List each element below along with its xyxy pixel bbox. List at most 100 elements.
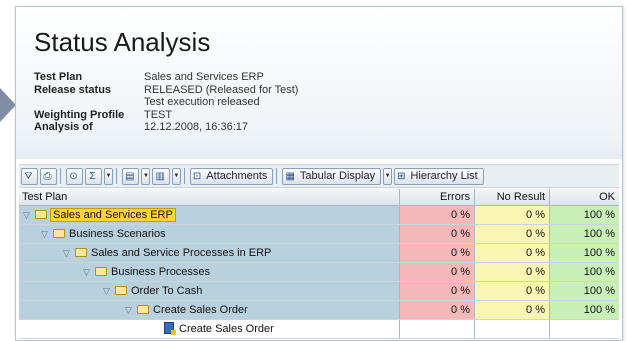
tree-leaf[interactable]: Create Sales Order bbox=[19, 320, 399, 338]
toolbar-separator bbox=[60, 168, 61, 184]
tabular-dropdown-button[interactable]: ▼ bbox=[383, 167, 393, 185]
sum-dropdown-button[interactable]: ▼ bbox=[104, 167, 113, 185]
node-label: Business Scenarios bbox=[69, 228, 166, 240]
folder-icon bbox=[35, 209, 47, 219]
tabular-display-label: Tabular Display bbox=[299, 170, 376, 182]
dropdown-icon: ▼ bbox=[384, 173, 391, 179]
hierarchy-list-button[interactable]: ⊞ Hierarchy List bbox=[394, 167, 484, 185]
info-label: Weighting Profile bbox=[34, 108, 125, 121]
ok-cell: 100 % bbox=[549, 282, 619, 300]
page-title: Status Analysis bbox=[34, 27, 211, 57]
toolbar-separator bbox=[276, 168, 278, 184]
tree-node[interactable]: ▽ Sales and Service Processes in ERP bbox=[19, 244, 399, 262]
column-header-errors[interactable]: Errors bbox=[399, 189, 474, 205]
ok-cell: 100 % bbox=[549, 206, 619, 224]
dropdown-icon: ▼ bbox=[105, 173, 112, 179]
print-icon: ⎙ bbox=[43, 170, 52, 182]
no-result-cell: 0 % bbox=[474, 244, 549, 262]
no-result-cell: 0 % bbox=[474, 225, 549, 243]
no-result-cell: 0 % bbox=[474, 263, 549, 281]
print-button[interactable]: ⎙ bbox=[40, 167, 57, 185]
errors-cell bbox=[399, 320, 474, 338]
ok-cell: 100 % bbox=[549, 263, 619, 281]
sum-button[interactable]: Σ bbox=[85, 167, 102, 185]
columns-button[interactable]: ▥ bbox=[152, 167, 170, 185]
status-analysis-panel: Status Analysis Test Plan Sales and Serv… bbox=[15, 6, 623, 341]
column-header-no-result[interactable]: No Result bbox=[474, 189, 549, 205]
info-value: RELEASED (Released for Test) bbox=[144, 83, 299, 96]
table-row[interactable]: ▽ Business Processes 0 % 0 % 100 % bbox=[19, 263, 619, 282]
folder-icon bbox=[137, 304, 149, 314]
tree-node[interactable]: ▽ Create Sales Order bbox=[19, 301, 399, 319]
tree-node[interactable]: ▽ Sales and Services ERP bbox=[19, 206, 399, 224]
tabular-display-button[interactable]: ▦ Tabular Display bbox=[282, 167, 382, 185]
columns-icon: ▥ bbox=[155, 170, 165, 182]
info-row-analysis-of: Analysis of 12.12.2008, 16:36:17 bbox=[34, 121, 298, 134]
node-label: Business Processes bbox=[111, 266, 211, 278]
info-row-release-status: Release status RELEASED (Released for Te… bbox=[34, 84, 298, 97]
info-value: Test execution released bbox=[144, 96, 260, 109]
folder-icon bbox=[115, 285, 127, 295]
node-label: Sales and Services ERP bbox=[50, 208, 176, 222]
no-result-cell: 0 % bbox=[474, 282, 549, 300]
alv-toolbar: ⛛ ⎙ ⊙ Σ ▼ ▤ ▼ ▥ ▼ ⊡ Attachments ▦ Tabula… bbox=[19, 164, 619, 188]
no-result-cell: 0 % bbox=[474, 301, 549, 319]
errors-cell: 0 % bbox=[399, 282, 474, 300]
filter-button[interactable]: ⛛ bbox=[21, 167, 38, 185]
binoculars-icon: ⊙ bbox=[69, 170, 78, 182]
ok-cell: 100 % bbox=[549, 225, 619, 243]
folder-icon bbox=[95, 266, 107, 276]
layout-button[interactable]: ▤ bbox=[122, 167, 140, 185]
layout-dropdown-button[interactable]: ▼ bbox=[141, 167, 151, 185]
test-case-icon bbox=[164, 322, 176, 336]
errors-cell: 0 % bbox=[399, 263, 474, 281]
ok-cell: 100 % bbox=[549, 301, 619, 319]
table-row[interactable]: ▽ Create Sales Order 0 % 0 % 100 % bbox=[19, 301, 619, 320]
ok-cell: 100 % bbox=[549, 244, 619, 262]
info-label: Test Plan bbox=[34, 71, 83, 83]
node-label: Sales and Service Processes in ERP bbox=[91, 247, 272, 259]
expand-icon[interactable]: ▽ bbox=[23, 206, 33, 224]
table-row[interactable]: Create Sales Order bbox=[19, 320, 619, 339]
expand-icon[interactable]: ▽ bbox=[103, 282, 113, 300]
expand-icon[interactable]: ▽ bbox=[63, 244, 73, 262]
node-label: Create Sales Order bbox=[153, 304, 248, 316]
folder-icon bbox=[75, 247, 87, 257]
table-row[interactable]: ▽ Order To Cash 0 % 0 % 100 % bbox=[19, 282, 619, 301]
attachments-button[interactable]: ⊡ Attachments bbox=[189, 167, 274, 185]
info-row-release-status-detail: Test execution released bbox=[34, 96, 298, 109]
table-icon: ▦ bbox=[285, 170, 295, 182]
tree-node[interactable]: ▽ Order To Cash bbox=[19, 282, 399, 300]
folder-icon bbox=[53, 228, 65, 238]
column-header-ok[interactable]: OK bbox=[549, 189, 619, 205]
expand-icon[interactable]: ▽ bbox=[83, 263, 93, 281]
toolbar-separator bbox=[116, 168, 117, 184]
toolbar-separator bbox=[183, 168, 185, 184]
hierarchy-icon: ⊞ bbox=[397, 170, 406, 182]
errors-cell: 0 % bbox=[399, 301, 474, 319]
info-value: Sales and Services ERP bbox=[144, 71, 264, 83]
layout-icon: ▤ bbox=[125, 170, 135, 182]
expand-icon[interactable]: ▽ bbox=[125, 301, 135, 319]
dropdown-icon: ▼ bbox=[142, 173, 149, 179]
pointer-arrow bbox=[0, 88, 16, 122]
column-header-test-plan[interactable]: Test Plan bbox=[19, 189, 399, 205]
node-label: Create Sales Order bbox=[179, 323, 274, 335]
find-button[interactable]: ⊙ bbox=[66, 167, 83, 185]
tree-node[interactable]: ▽ Business Processes bbox=[19, 263, 399, 281]
node-label: Order To Cash bbox=[131, 285, 203, 297]
table-row[interactable]: ▽ Sales and Services ERP 0 % 0 % 100 % bbox=[19, 206, 619, 225]
expand-icon[interactable]: ▽ bbox=[41, 225, 51, 243]
tree-node[interactable]: ▽ Business Scenarios bbox=[19, 225, 399, 243]
sum-icon: Σ bbox=[89, 170, 96, 182]
columns-dropdown-button[interactable]: ▼ bbox=[171, 167, 181, 185]
info-row-test-plan: Test Plan Sales and Services ERP bbox=[34, 71, 298, 84]
info-row-weighting-profile: Weighting Profile TEST bbox=[34, 109, 298, 122]
errors-cell: 0 % bbox=[399, 206, 474, 224]
info-label: Analysis of bbox=[34, 121, 93, 134]
filter-icon: ⛛ bbox=[24, 170, 33, 182]
ok-cell bbox=[549, 320, 619, 338]
table-row[interactable]: ▽ Business Scenarios 0 % 0 % 100 % bbox=[19, 225, 619, 244]
header-area: Status Analysis Test Plan Sales and Serv… bbox=[16, 7, 622, 159]
table-row[interactable]: ▽ Sales and Service Processes in ERP 0 % … bbox=[19, 244, 619, 263]
